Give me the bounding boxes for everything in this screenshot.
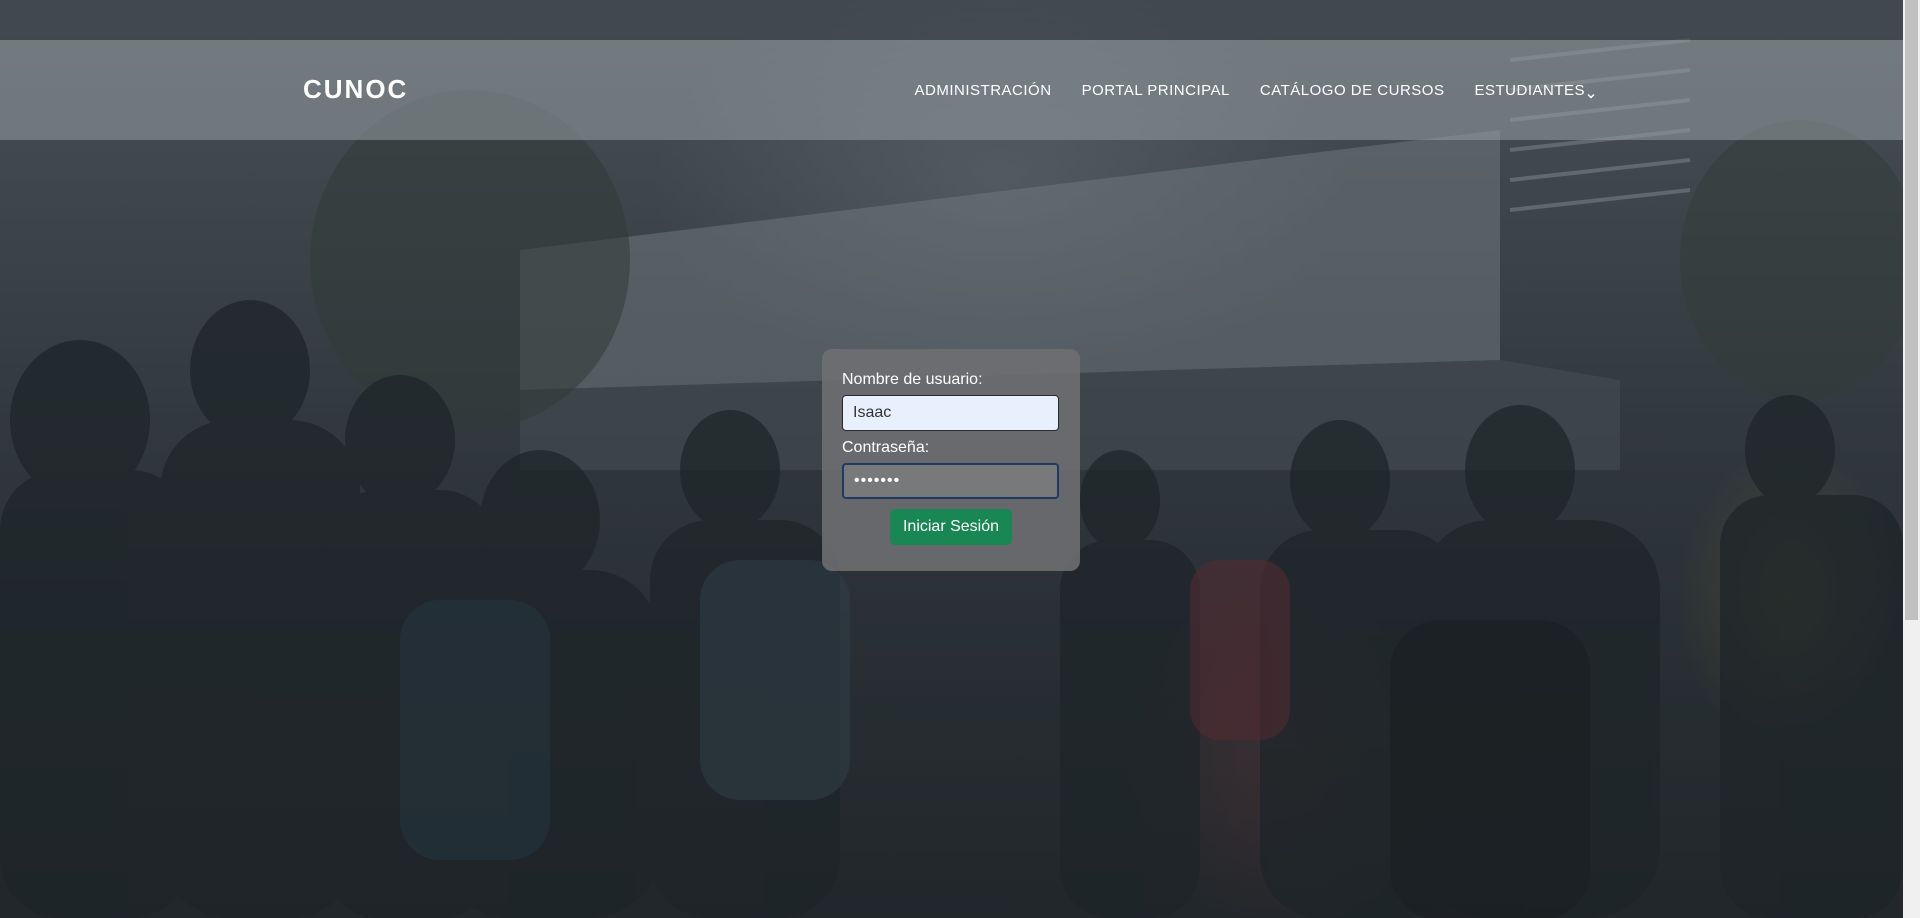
- nav-item-estudiantes-dropdown[interactable]: ESTUDIANTES: [1474, 82, 1595, 99]
- nav-item-label: PORTAL PRINCIPAL: [1081, 82, 1230, 99]
- nav-item-label: ESTUDIANTES: [1474, 82, 1585, 99]
- nav-item-portal-principal[interactable]: PORTAL PRINCIPAL: [1082, 82, 1230, 99]
- nav-item-label: ADMINISTRACIÓN: [914, 82, 1052, 99]
- password-label: Contraseña:: [842, 439, 930, 456]
- submit-wrap: Iniciar Sesión: [842, 509, 1060, 545]
- login-form: Nombre de usuario: Contraseña: Iniciar S…: [822, 349, 1080, 571]
- nav-item-label: CATÁLOGO DE CURSOS: [1259, 82, 1445, 99]
- nav-item-catalogo-de-cursos[interactable]: CATÁLOGO DE CURSOS: [1260, 82, 1445, 99]
- password-input[interactable]: [842, 463, 1059, 499]
- nav-menu: ADMINISTRACIÓN PORTAL PRINCIPAL CATÁLOGO…: [915, 82, 1595, 99]
- brand-logo[interactable]: CUNOC: [303, 74, 408, 105]
- page: CUNOC ADMINISTRACIÓN PORTAL PRINCIPAL CA…: [0, 0, 1920, 918]
- navbar: CUNOC ADMINISTRACIÓN PORTAL PRINCIPAL CA…: [0, 40, 1903, 140]
- nav-item-administracion[interactable]: ADMINISTRACIÓN: [915, 82, 1052, 99]
- username-input[interactable]: [842, 395, 1059, 431]
- login-button[interactable]: Iniciar Sesión: [889, 509, 1013, 545]
- scrollbar-thumb[interactable]: [1905, 0, 1918, 620]
- vertical-scrollbar[interactable]: [1903, 0, 1920, 918]
- chevron-down-icon: [1587, 87, 1595, 99]
- username-label: Nombre de usuario:: [842, 371, 983, 388]
- top-strip: [0, 0, 1903, 40]
